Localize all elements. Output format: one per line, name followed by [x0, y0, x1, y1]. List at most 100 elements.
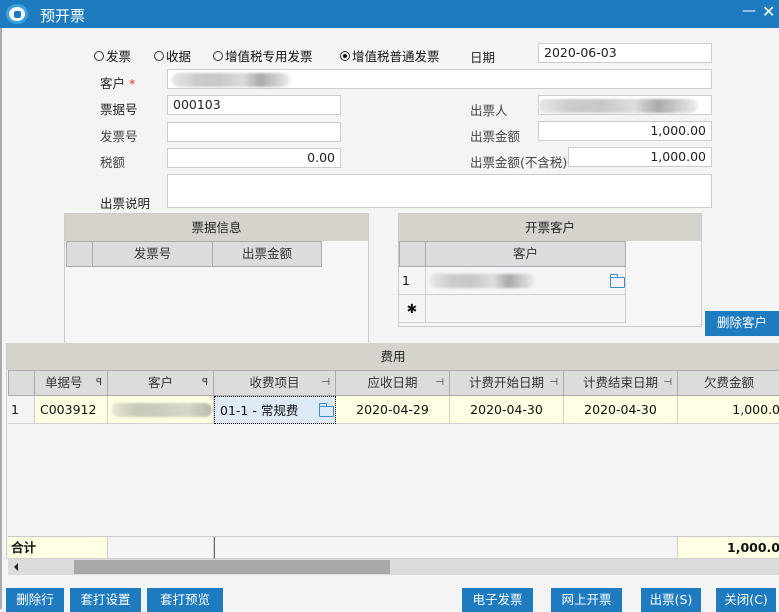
folder-icon[interactable] — [319, 403, 334, 417]
column-header-amount[interactable]: 欠费金额 — [677, 370, 779, 396]
radio-label: 发票 — [106, 49, 132, 64]
row-index: 1 — [8, 396, 35, 424]
customer-cell[interactable] — [426, 267, 626, 295]
amount-input[interactable]: 1,000.00 — [538, 121, 712, 141]
customer-cell[interactable] — [108, 396, 214, 424]
amount-excl-tax-label: 出票金额(不含税) — [470, 155, 568, 170]
close-button[interactable]: 关闭(C) — [716, 588, 776, 612]
scrollbar-thumb[interactable] — [74, 560, 390, 574]
new-customer-cell[interactable] — [426, 295, 626, 323]
online-invoice-button[interactable]: 网上开票 — [551, 588, 622, 612]
row-index: 1 — [399, 267, 426, 295]
pin-icon[interactable]: ꟼ — [202, 371, 208, 395]
total-amount: 1,000.0 — [678, 537, 779, 559]
start-date-cell[interactable]: 2020-04-30 — [450, 396, 564, 424]
fees-title: 费用 — [7, 343, 779, 370]
fee-item-cell[interactable]: 01-1 - 常规费 — [214, 396, 336, 424]
receipt-no-label: 票据号 — [100, 102, 138, 117]
fee-item-value: 01-1 - 常规费 — [220, 403, 299, 418]
issuer-redacted — [538, 99, 698, 113]
horizontal-scrollbar[interactable] — [8, 559, 779, 575]
column-label: 应收日期 — [367, 375, 418, 390]
print-preview-button[interactable]: 套打预览 — [147, 588, 223, 612]
delete-row-button[interactable]: 删除行 — [6, 588, 64, 612]
radio-label: 增值税专用发票 — [225, 49, 313, 64]
print-setup-button[interactable]: 套打设置 — [70, 588, 141, 612]
title-bar: 预开票 — ✕ — [0, 0, 779, 28]
fees-grid: 费用 单据号 ꟼ 客户 ꟼ 收费项目 ⊣ 应收日期 ⊣ 计费开始日期 ⊣ 计费结束日期 ⊣ … — [6, 343, 779, 559]
pin-icon[interactable]: ꟼ — [96, 371, 102, 395]
row-header-corner — [66, 241, 93, 267]
radio-receipt[interactable]: 收据 — [154, 46, 191, 65]
column-header-doc-no[interactable]: 单据号 ꟼ — [34, 370, 108, 396]
radio-icon — [213, 50, 223, 61]
column-header-end-date[interactable]: 计费结束日期 ⊣ — [563, 370, 678, 396]
radio-selected-icon — [340, 50, 350, 61]
invoice-no-label: 发票号 — [100, 129, 138, 144]
total-cell — [214, 537, 678, 559]
row-header-corner — [399, 241, 426, 267]
customer-redacted — [112, 403, 212, 417]
due-date-cell[interactable]: 2020-04-29 — [336, 396, 450, 424]
folder-icon[interactable] — [610, 274, 625, 288]
receipt-info-title: 票据信息 — [65, 214, 368, 241]
e-invoice-button[interactable]: 电子发票 — [462, 588, 533, 612]
doc-no-cell[interactable]: C003912 — [35, 396, 108, 424]
pin-icon[interactable]: ⊣ — [663, 371, 672, 395]
customer-label: 客户 * — [100, 73, 135, 92]
column-label: 收费项目 — [249, 375, 300, 390]
minimize-button[interactable]: — — [742, 3, 756, 19]
row-header-corner — [8, 370, 35, 396]
radio-icon — [94, 50, 104, 61]
column-header-customer[interactable]: 客户 — [425, 241, 626, 267]
radio-vat-special[interactable]: 增值税专用发票 — [213, 46, 313, 65]
radio-icon — [154, 50, 164, 61]
date-input[interactable]: 2020-06-03 — [538, 43, 712, 63]
amount-excl-tax-input[interactable]: 1,000.00 — [568, 147, 712, 167]
radio-label: 增值税普通发票 — [352, 49, 440, 64]
amount-label: 出票金额 — [470, 129, 521, 144]
pin-icon[interactable]: ⊣ — [435, 371, 444, 395]
radio-invoice[interactable]: 发票 — [94, 46, 131, 65]
invoice-no-input[interactable] — [167, 122, 341, 142]
close-window-button[interactable]: ✕ — [762, 2, 775, 21]
issuer-label: 出票人 — [470, 103, 508, 118]
window-title: 预开票 — [40, 7, 86, 25]
total-label: 合计 — [8, 537, 108, 559]
delete-customer-button[interactable]: 删除客户 — [705, 311, 779, 336]
tax-label: 税额 — [100, 155, 126, 170]
column-header-customer[interactable]: 客户 ꟼ — [107, 370, 214, 396]
tax-input[interactable]: 0.00 — [167, 148, 341, 168]
column-label: 计费开始日期 — [468, 375, 544, 390]
column-header-invoice-no[interactable]: 发票号 — [92, 241, 213, 267]
scroll-left-arrow-icon[interactable] — [14, 563, 18, 571]
billing-customers-panel: 开票客户 客户 1 ✱ — [398, 213, 702, 327]
window-border — [0, 28, 2, 609]
amount-cell[interactable]: 1,000.0 — [678, 396, 779, 424]
required-marker: * — [129, 76, 136, 91]
receipt-info-panel: 票据信息 发票号 出票金额 — [64, 213, 369, 344]
customer-redacted — [172, 73, 290, 87]
column-header-amount[interactable]: 出票金额 — [212, 241, 322, 267]
end-date-cell[interactable]: 2020-04-30 — [564, 396, 678, 424]
radio-label: 收据 — [166, 49, 192, 64]
note-textarea[interactable] — [167, 174, 712, 208]
column-header-start-date[interactable]: 计费开始日期 ⊣ — [449, 370, 564, 396]
billing-customers-title: 开票客户 — [399, 214, 701, 241]
radio-vat-normal[interactable]: 增值税普通发票 — [340, 46, 440, 65]
column-label: 客户 — [147, 375, 173, 390]
receipt-no-input[interactable]: 000103 — [167, 95, 341, 115]
customer-label-text: 客户 — [100, 76, 126, 91]
column-header-fee-item[interactable]: 收费项目 ⊣ — [213, 370, 336, 396]
total-cell — [108, 537, 214, 559]
issue-button[interactable]: 出票(S) — [641, 588, 701, 612]
new-row-marker: ✱ — [399, 295, 426, 323]
app-logo-icon — [6, 4, 28, 24]
column-label: 单据号 — [45, 375, 83, 390]
column-header-due-date[interactable]: 应收日期 ⊣ — [335, 370, 450, 396]
pin-icon[interactable]: ⊣ — [549, 371, 558, 395]
note-label: 出票说明 — [100, 196, 151, 211]
customer-redacted — [430, 274, 535, 288]
date-label: 日期 — [470, 50, 496, 65]
pin-icon[interactable]: ⊣ — [321, 371, 330, 395]
